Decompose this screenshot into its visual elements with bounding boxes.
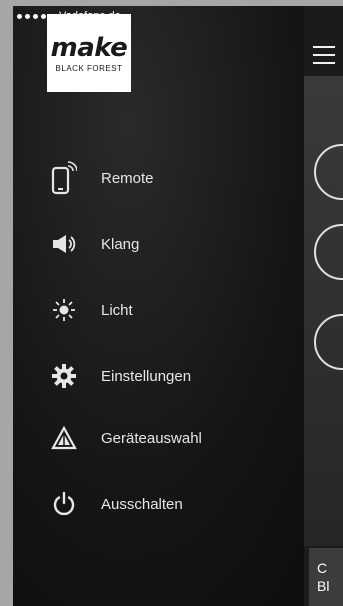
speaker-icon	[47, 227, 81, 261]
menu-item-label: Einstellungen	[101, 367, 192, 385]
bottom-action-button[interactable]: C Bl	[309, 548, 343, 606]
hamburger-menu-icon[interactable]	[313, 46, 335, 64]
light-icon	[47, 293, 81, 327]
menu-item-label: Geräteauswahl	[101, 429, 202, 447]
menu-item-label: Ausschalten	[101, 495, 183, 513]
menu-item-label: Remote	[101, 169, 154, 187]
app-screen: Vodafone.de make BLACK FOREST C Bl Remot…	[13, 6, 343, 606]
menu-item-licht[interactable]: Licht	[47, 290, 267, 330]
bottom-button-line1: C	[317, 560, 328, 576]
menu-item-remote[interactable]: Remote	[47, 158, 267, 198]
side-menu: Remote Klang Licht Einstellungen Gerätea…	[13, 6, 303, 606]
menu-item-geraeteauswahl[interactable]: Geräteauswahl	[47, 418, 267, 458]
gear-icon	[47, 359, 81, 393]
smartphone-icon	[47, 161, 81, 195]
menu-item-label: Klang	[101, 235, 140, 253]
bottom-button-line2: Bl	[317, 578, 330, 594]
device-select-icon	[47, 421, 81, 455]
menu-item-klang[interactable]: Klang	[47, 224, 267, 264]
power-icon	[47, 487, 81, 521]
menu-item-einstellungen[interactable]: Einstellungen	[47, 356, 267, 396]
menu-item-label: Licht	[101, 301, 133, 319]
menu-item-ausschalten[interactable]: Ausschalten	[47, 484, 267, 524]
